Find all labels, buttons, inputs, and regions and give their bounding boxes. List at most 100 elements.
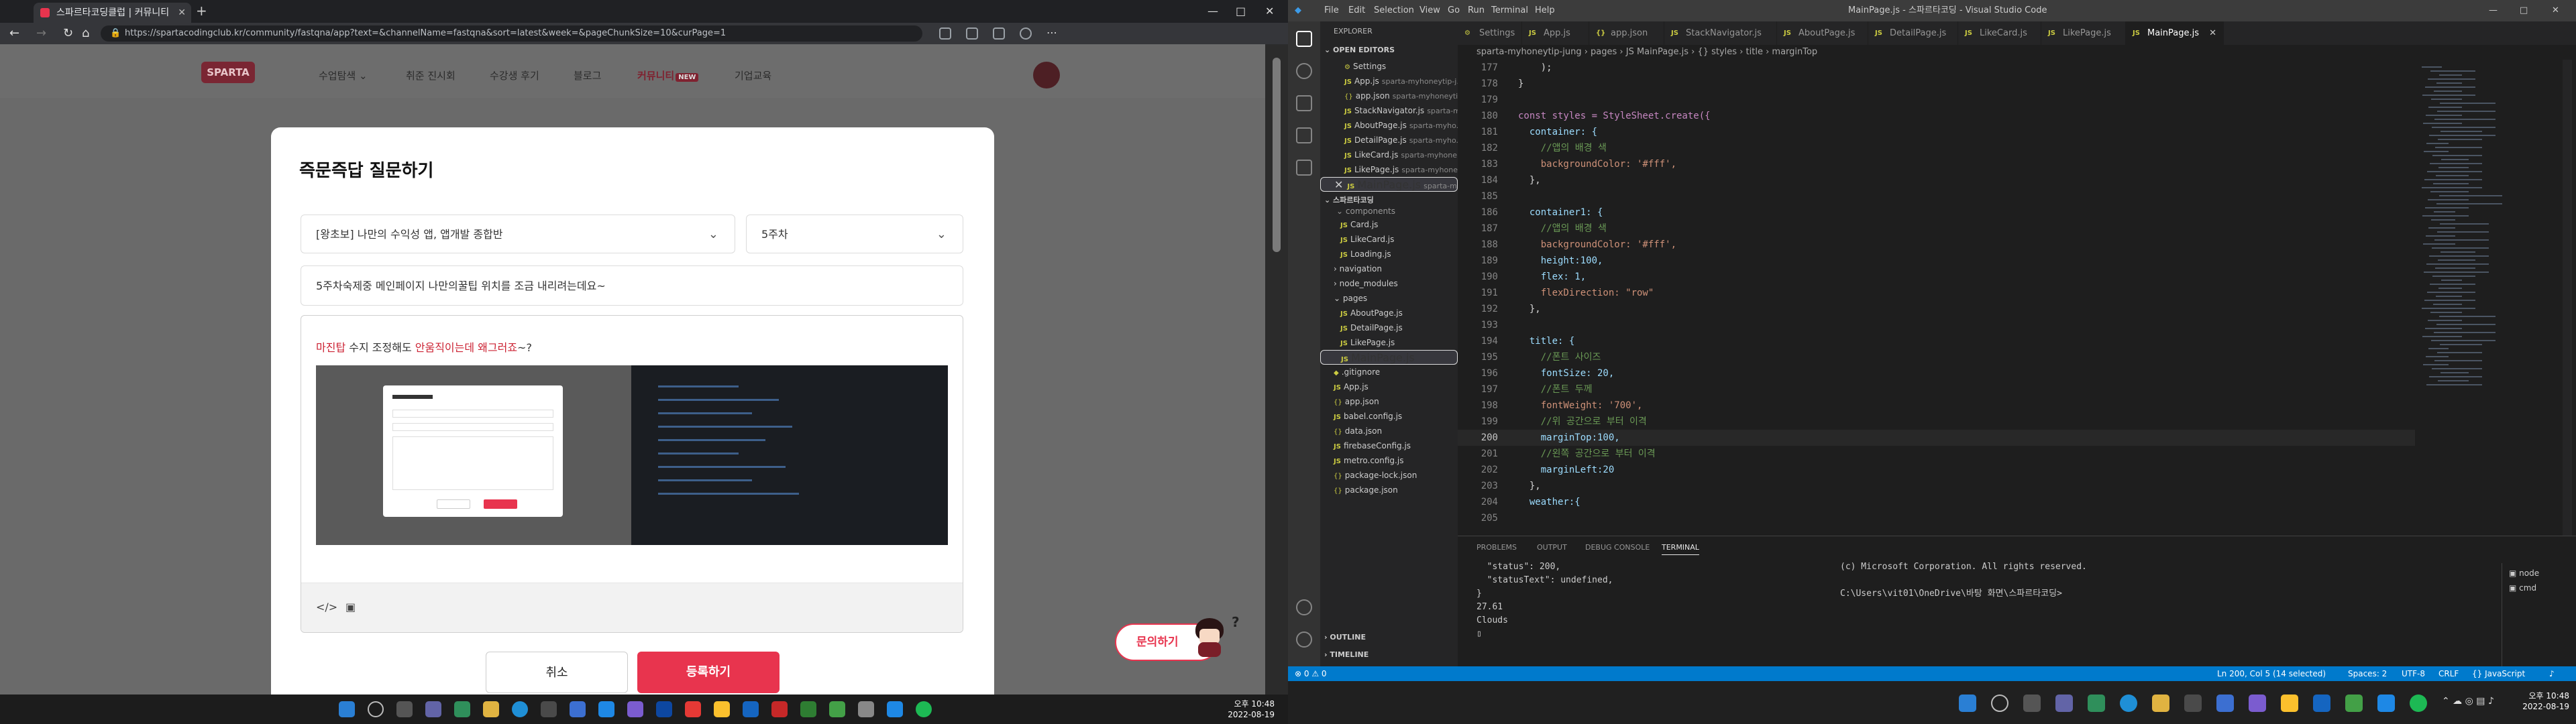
status-encoding[interactable]: UTF-8 <box>2402 666 2425 681</box>
close-window-button[interactable]: ✕ <box>1265 0 1274 23</box>
source-control-icon[interactable] <box>1296 95 1312 111</box>
app-icon[interactable] <box>598 701 614 717</box>
app-icon[interactable] <box>743 701 759 717</box>
cancel-button[interactable]: 취소 <box>486 652 628 693</box>
code-line[interactable]: 204 weather:{ <box>1458 494 2415 510</box>
favorites-icon[interactable] <box>966 27 978 40</box>
menu-edit[interactable]: Edit <box>1348 0 1365 21</box>
close-icon[interactable]: ✕ <box>2209 21 2216 45</box>
tree-file-active[interactable]: JS MainPage.js <box>1320 350 1458 365</box>
code-line[interactable]: 177 ); <box>1458 60 2415 76</box>
question-title-input[interactable]: 5주차숙제중 메인페이지 나만의꿀팁 위치를 조금 내리려는데요~ <box>301 265 963 306</box>
search-icon[interactable] <box>1991 695 2008 712</box>
code-line[interactable]: 180 const styles = StyleSheet.create({ <box>1458 108 2415 124</box>
vscode-icon[interactable] <box>887 701 903 717</box>
code-line[interactable]: 195 //폰트 사이즈 <box>1458 349 2415 365</box>
code-line[interactable]: 178} <box>1458 76 2415 92</box>
code-line[interactable]: 200 marginTop:100, <box>1458 430 2415 446</box>
close-icon[interactable]: ✕ <box>1334 178 1343 191</box>
collections-icon[interactable] <box>993 27 1005 40</box>
tree-file[interactable]: JS metro.config.js <box>1320 453 1458 468</box>
app-icon[interactable] <box>627 701 643 717</box>
menu-selection[interactable]: Selection <box>1374 0 1414 21</box>
open-editor-item[interactable]: JSLikeCard.jssparta-myhone... <box>1320 147 1458 162</box>
tree-file[interactable]: {} package-lock.json <box>1320 468 1458 483</box>
code-line[interactable]: 184 }, <box>1458 172 2415 188</box>
tree-file[interactable]: {} data.json <box>1320 424 1458 438</box>
panel-tab-terminal[interactable]: TERMINAL <box>1662 543 1699 555</box>
folder-icon[interactable] <box>2152 695 2169 712</box>
run-debug-icon[interactable] <box>1296 127 1312 143</box>
panel-tab-problems[interactable]: PROBLEMS <box>1477 543 1517 552</box>
open-editor-item[interactable]: JSLikePage.jssparta-myhone... <box>1320 162 1458 177</box>
tab-aboutpage[interactable]: JS AboutPage.js <box>1777 21 1868 45</box>
tab-app-json[interactable]: {} app.json <box>1589 21 1664 45</box>
open-editor-item[interactable]: {} app.json sparta-myhoneyti... <box>1320 88 1458 103</box>
terminal-output-cmd[interactable]: (c) Microsoft Corporation. All rights re… <box>1840 560 2323 601</box>
status-eol[interactable]: CRLF <box>2438 666 2459 681</box>
app-icon[interactable] <box>2281 695 2298 712</box>
tree-file[interactable]: JS DetailPage.js <box>1320 320 1458 335</box>
tree-folder[interactable]: ⌄ pages <box>1320 291 1458 306</box>
app-icon[interactable] <box>570 701 586 717</box>
code-line[interactable]: 181 container: { <box>1458 124 2415 140</box>
open-editor-item-active[interactable]: ✕JSMainPage.jssparta-myhon... <box>1320 177 1458 192</box>
browser-tab[interactable]: 스파르타코딩클럽 | 커뮤니티 ✕ <box>34 3 191 23</box>
gear-icon[interactable] <box>1296 631 1312 648</box>
status-cursor[interactable]: Ln 200, Col 5 (14 selected) <box>2217 666 2326 681</box>
tab-detailpage[interactable]: JS DetailPage.js <box>1868 21 1958 45</box>
app-icon[interactable] <box>771 701 788 717</box>
app-icon[interactable] <box>2088 695 2105 712</box>
submit-button[interactable]: 등록하기 <box>637 652 780 693</box>
nav-reviews[interactable]: 수강생 후기 <box>490 68 539 82</box>
youtube-icon[interactable] <box>685 701 701 717</box>
code-line[interactable]: 192 }, <box>1458 301 2415 317</box>
code-line[interactable]: 182 //앱의 배경 색 <box>1458 140 2415 156</box>
code-line[interactable]: 198 fontWeight: '700', <box>1458 398 2415 414</box>
nav-community[interactable]: 커뮤니티 NEW <box>637 68 699 82</box>
taskbar-clock[interactable]: 오후 10:48 2022-08-19 <box>2516 690 2569 712</box>
code-line[interactable]: 186 container1: { <box>1458 204 2415 221</box>
tab-mainpage[interactable]: JS MainPage.js ✕ <box>2126 21 2224 45</box>
extensions-icon[interactable] <box>1296 160 1312 176</box>
tree-file[interactable]: JS App.js <box>1320 379 1458 394</box>
tree-file[interactable]: JS babel.config.js <box>1320 409 1458 424</box>
task-view-icon[interactable] <box>2023 695 2041 712</box>
image-upload-icon[interactable]: ▣ <box>345 601 356 613</box>
menu-file[interactable]: File <box>1324 0 1339 21</box>
profile-icon[interactable] <box>1020 27 1032 40</box>
page-scrollbar[interactable] <box>1265 44 1288 695</box>
spotify-icon[interactable] <box>2410 695 2427 712</box>
code-line[interactable]: 199 //위 공간으로 부터 이격 <box>1458 414 2415 430</box>
code-block-icon[interactable]: </> <box>316 601 337 613</box>
app-icon[interactable] <box>858 701 874 717</box>
tab-settings[interactable]: ⚙ Settings <box>1458 21 1522 45</box>
account-icon[interactable] <box>1296 599 1312 615</box>
panel-tab-output[interactable]: OUTPUT <box>1537 543 1567 552</box>
search-icon[interactable] <box>368 701 384 717</box>
nav-blog[interactable]: 블로그 <box>574 68 601 82</box>
tree-folder[interactable]: › navigation <box>1320 261 1458 276</box>
minimize-button[interactable]: — <box>1208 0 1218 23</box>
code-line[interactable]: 196 fontSize: 20, <box>1458 365 2415 381</box>
store-icon[interactable] <box>541 701 557 717</box>
menu-view[interactable]: View <box>1419 0 1440 21</box>
bell-icon[interactable]: ♪ <box>2549 666 2555 681</box>
scroll-thumb[interactable] <box>1273 58 1281 252</box>
reload-icon[interactable]: ↻ <box>63 27 73 40</box>
close-window-button[interactable]: ✕ <box>2552 0 2559 21</box>
code-line[interactable]: 205 <box>1458 510 2415 526</box>
tree-file[interactable]: JS Loading.js <box>1320 247 1458 261</box>
tab-app-js[interactable]: JS App.js <box>1522 21 1589 45</box>
open-editor-item[interactable]: JSAboutPage.jssparta-myho... <box>1320 118 1458 133</box>
store-icon[interactable] <box>2184 695 2202 712</box>
code-line[interactable]: 194 title: { <box>1458 333 2415 349</box>
teams-icon[interactable] <box>2055 695 2073 712</box>
explorer-icon[interactable] <box>1296 31 1312 47</box>
open-editor-item[interactable]: JS DetailPage.js sparta-myho... <box>1320 133 1458 147</box>
terminal-item-cmd[interactable]: ▣ cmd <box>2509 583 2536 593</box>
menu-terminal[interactable]: Terminal <box>1491 0 1528 21</box>
home-icon[interactable]: ⌂ <box>82 27 89 40</box>
week-select[interactable]: 5주차 ⌄ <box>746 215 963 253</box>
teams-icon[interactable] <box>425 701 441 717</box>
